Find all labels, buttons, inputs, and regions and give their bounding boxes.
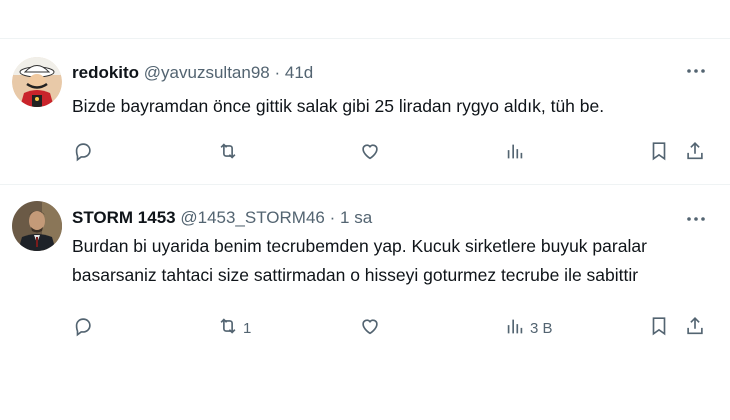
bookmark-icon	[648, 315, 670, 341]
like-button[interactable]	[359, 315, 385, 341]
separator-dot: ·	[274, 63, 281, 82]
tweet-header: redokito @yavuzsultan98 · 41d	[72, 63, 313, 83]
share-icon	[684, 140, 706, 166]
retweet-button[interactable]: 1	[217, 315, 251, 341]
more-icon[interactable]	[684, 207, 708, 231]
tweet-header: STORM 1453 @1453_STORM46 · 1 sa	[72, 208, 372, 228]
action-bar: 1 3 B	[72, 315, 712, 341]
reply-icon	[72, 315, 94, 341]
tweet[interactable]: redokito @yavuzsultan98 · 41d Bizde bayr…	[0, 39, 730, 185]
like-icon	[359, 315, 381, 341]
retweet-button[interactable]	[217, 140, 243, 166]
separator-dot: ·	[329, 208, 336, 227]
bookmark-icon	[648, 140, 670, 166]
user-handle[interactable]: @yavuzsultan98	[144, 63, 270, 82]
avatar[interactable]	[12, 201, 62, 251]
reply-icon	[72, 140, 94, 166]
bookmark-button[interactable]	[648, 315, 670, 341]
more-icon[interactable]	[684, 59, 708, 83]
share-button[interactable]	[684, 315, 706, 341]
reply-button[interactable]	[72, 315, 98, 341]
tweet[interactable]: STORM 1453 @1453_STORM46 · 1 sa Burdan b…	[0, 185, 730, 355]
views-count: 3 B	[530, 319, 553, 337]
like-button[interactable]	[359, 140, 385, 166]
avatar[interactable]	[12, 57, 62, 107]
views-icon	[504, 140, 526, 166]
retweet-count: 1	[243, 319, 252, 337]
views-button[interactable]: 3 B	[504, 315, 553, 341]
like-icon	[359, 140, 381, 166]
reply-button[interactable]	[72, 140, 98, 166]
timestamp[interactable]: 41d	[285, 63, 313, 82]
share-button[interactable]	[684, 140, 706, 166]
action-bar	[72, 140, 712, 166]
tweet-text: Bizde bayramdan önce gittik salak gibi 2…	[72, 96, 605, 116]
bookmark-button[interactable]	[648, 140, 670, 166]
views-button[interactable]	[504, 140, 530, 166]
views-icon	[504, 315, 526, 341]
timestamp[interactable]: 1 sa	[340, 208, 372, 227]
tweet-text: Burdan bi uyarida benim tecrubemden yap.…	[72, 236, 647, 285]
user-handle[interactable]: @1453_STORM46	[180, 208, 325, 227]
display-name[interactable]: redokito	[72, 63, 139, 82]
display-name[interactable]: STORM 1453	[72, 208, 176, 227]
retweet-icon	[217, 140, 239, 166]
retweet-icon	[217, 315, 239, 341]
share-icon	[684, 315, 706, 341]
